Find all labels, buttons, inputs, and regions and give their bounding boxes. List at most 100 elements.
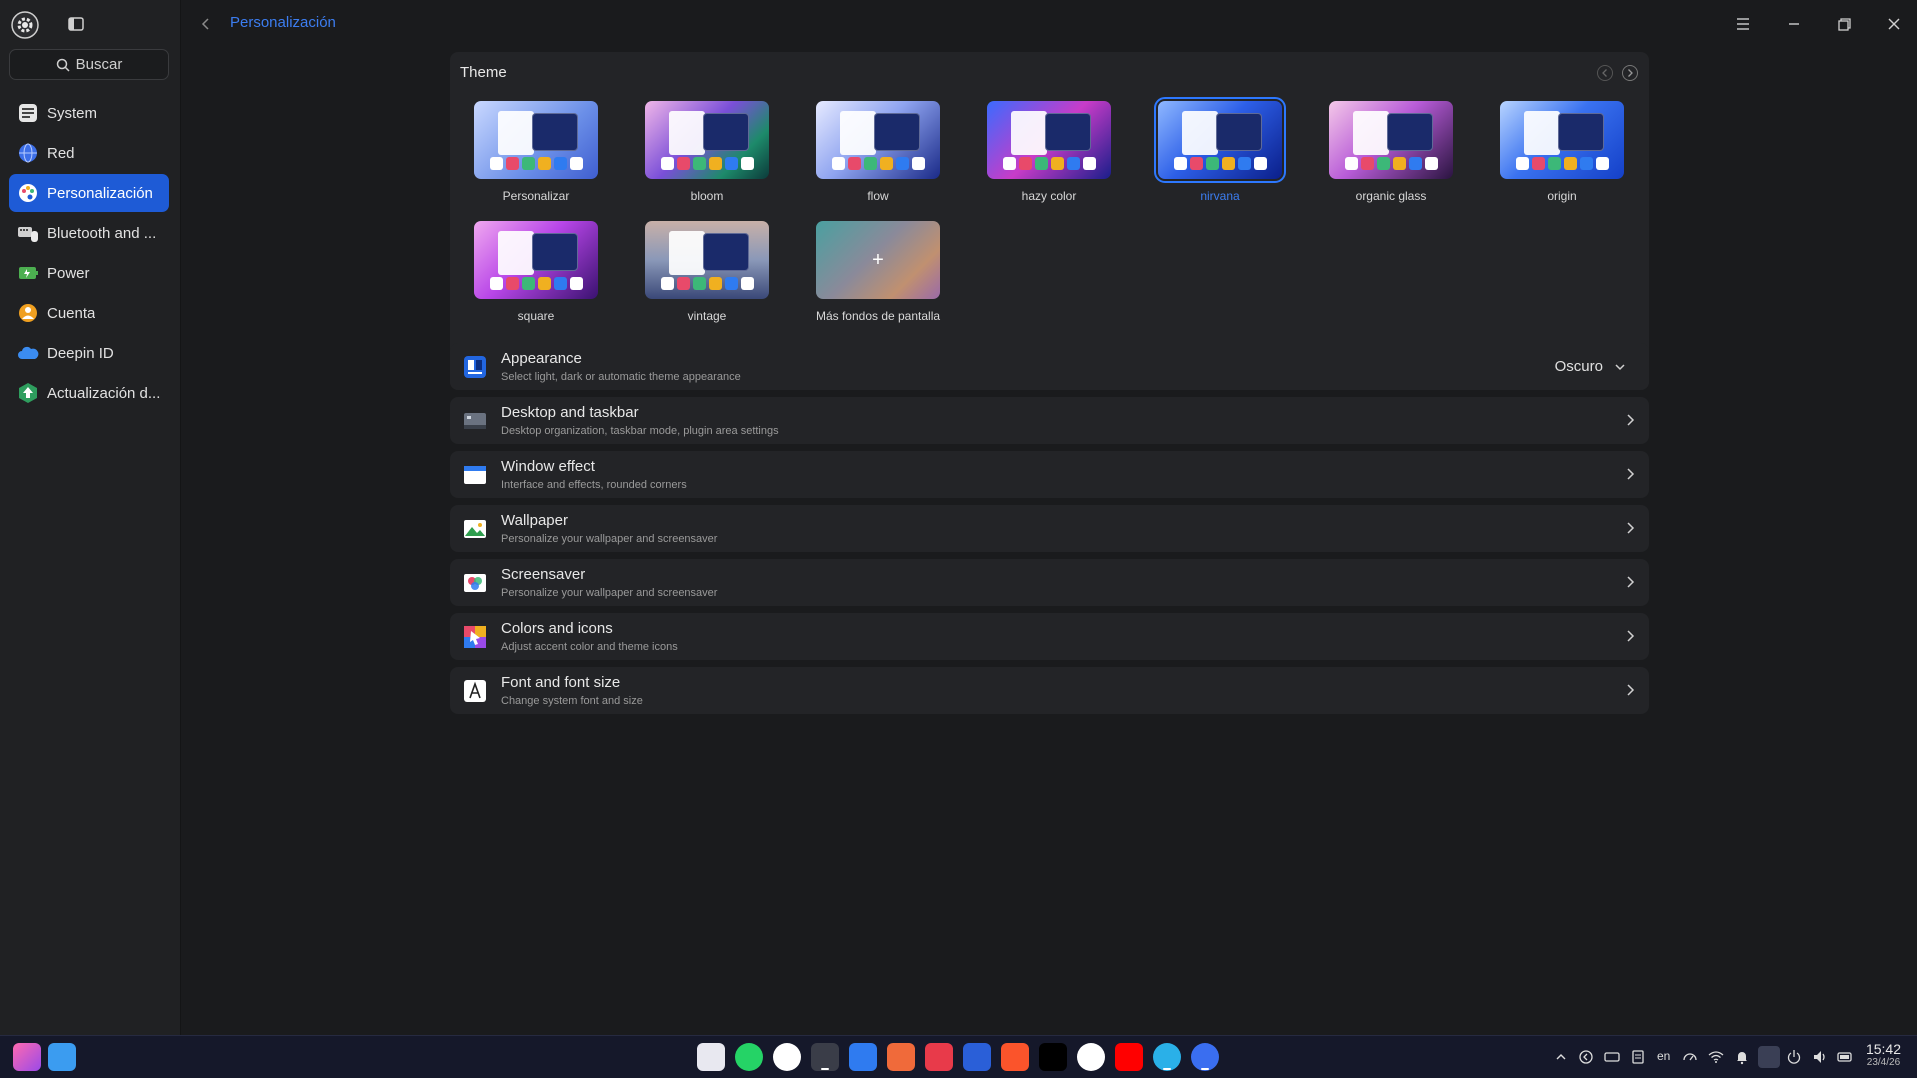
volume-icon[interactable] xyxy=(1812,1049,1828,1065)
browser-icon[interactable] xyxy=(1191,1043,1219,1071)
sidebar-item-personalizacion[interactable]: Personalización xyxy=(9,174,169,212)
theme-card-label: bloom xyxy=(690,189,724,203)
sidebar-item-red[interactable]: Red xyxy=(9,134,169,172)
search-input[interactable]: Buscar xyxy=(9,49,169,80)
theme-card-personalizar[interactable]: Personalizar xyxy=(472,101,600,209)
launcher-icon[interactable] xyxy=(13,1043,41,1071)
row-subtitle: Desktop organization, taskbar mode, plug… xyxy=(501,425,779,437)
theme-card-vintage[interactable]: vintage xyxy=(643,221,771,329)
appearance-icon xyxy=(464,356,486,378)
theme-card-flow[interactable]: flow xyxy=(814,101,942,209)
font-size-row[interactable]: Font and font size Change system font an… xyxy=(450,667,1649,714)
deepin-icon[interactable] xyxy=(1153,1043,1181,1071)
notes-icon[interactable] xyxy=(1630,1049,1646,1065)
sidebar-item-actualizacion[interactable]: Actualización d... xyxy=(9,374,169,412)
app-store-icon[interactable] xyxy=(887,1043,915,1071)
clipboard-icon[interactable] xyxy=(1578,1049,1594,1065)
sidebar-item-label: Personalización xyxy=(47,184,153,202)
theme-card-origin[interactable]: origin xyxy=(1498,101,1626,209)
keyboard-icon[interactable] xyxy=(1604,1049,1620,1065)
preview-dock xyxy=(1508,157,1616,173)
maps-icon[interactable] xyxy=(773,1043,801,1071)
preview-dock-app xyxy=(1253,157,1267,170)
close-button[interactable] xyxy=(1882,12,1906,36)
preview-dock-app xyxy=(1376,157,1390,170)
tray-expand-icon[interactable] xyxy=(1553,1049,1569,1065)
theme-card-label: vintage xyxy=(687,309,727,323)
window-effect-row[interactable]: Window effect Interface and effects, rou… xyxy=(450,451,1649,498)
theme-card-label: origin xyxy=(1547,189,1577,203)
minimize-button[interactable] xyxy=(1782,12,1806,36)
sidebar-item-cuenta[interactable]: Cuenta xyxy=(9,294,169,332)
theme-card-label: Personalizar xyxy=(502,189,570,203)
screensaver-row[interactable]: Screensaver Personalize your wallpaper a… xyxy=(450,559,1649,606)
settings-app-icon[interactable] xyxy=(11,11,39,39)
theme-thumbnail xyxy=(987,101,1111,179)
sidebar-item-deepin-id[interactable]: Deepin ID xyxy=(9,334,169,372)
settings-taskbar-icon[interactable] xyxy=(811,1043,839,1071)
tradingview-icon[interactable] xyxy=(1039,1043,1067,1071)
sidebar-item-system[interactable]: System xyxy=(9,94,169,132)
colors-icons-row[interactable]: Colors and icons Adjust accent color and… xyxy=(450,613,1649,660)
whatsapp-icon[interactable] xyxy=(735,1043,763,1071)
chevron-down-icon[interactable] xyxy=(1613,360,1627,374)
battery-tray-icon[interactable] xyxy=(1837,1049,1853,1065)
preview-dock-app xyxy=(692,157,706,170)
preview-dock-app xyxy=(1360,157,1374,170)
search-app-icon[interactable] xyxy=(48,1043,76,1071)
breadcrumb[interactable]: Personalización xyxy=(230,14,336,31)
preview-dock xyxy=(1166,157,1274,173)
next-page-icon[interactable] xyxy=(1621,64,1639,82)
preview-dock xyxy=(482,157,590,173)
row-subtitle: Change system font and size xyxy=(501,695,643,707)
back-button[interactable] xyxy=(196,14,216,34)
preview-dock xyxy=(653,157,761,173)
preview-dock-app xyxy=(1408,157,1422,170)
prev-page-icon[interactable] xyxy=(1596,64,1614,82)
sidebar-header xyxy=(0,0,181,48)
menu-icon[interactable] xyxy=(1731,12,1755,36)
palette-icon xyxy=(19,184,37,202)
preview-dock-app xyxy=(692,277,706,290)
add-wallpaper-icon: + xyxy=(872,248,884,271)
wifi-icon[interactable] xyxy=(1708,1049,1724,1065)
speed-icon[interactable] xyxy=(1682,1049,1698,1065)
appearance-row[interactable]: Appearance Select light, dark or automat… xyxy=(450,343,1649,390)
sidebar-item-power[interactable]: Power xyxy=(9,254,169,292)
theme-card-m-s-fondos-de-pantalla[interactable]: + Más fondos de pantalla xyxy=(814,221,942,329)
brave-browser-icon[interactable] xyxy=(1001,1043,1029,1071)
appearance-select-value[interactable]: Oscuro xyxy=(1555,358,1603,375)
chat-app-icon[interactable] xyxy=(1077,1043,1105,1071)
sidebar-toggle-icon[interactable] xyxy=(66,14,86,34)
theme-card-hazy-color[interactable]: hazy color xyxy=(985,101,1113,209)
sidebar-item-bluetooth[interactable]: Bluetooth and ... xyxy=(9,214,169,252)
preview-dock-app xyxy=(1205,157,1219,170)
keyboard-layout-indicator[interactable]: en xyxy=(1657,1049,1670,1063)
screenshot-tray-icon[interactable] xyxy=(1758,1046,1780,1068)
bell-icon[interactable] xyxy=(1734,1049,1750,1065)
preview-dock xyxy=(482,277,590,293)
preview-dock-app xyxy=(660,157,674,170)
maximize-button[interactable] xyxy=(1832,12,1856,36)
preview-dock-app xyxy=(1531,157,1545,170)
terminal-icon[interactable] xyxy=(925,1043,953,1071)
clock[interactable]: 15:42 23/4/26 xyxy=(1866,1041,1901,1068)
desktop-taskbar-row[interactable]: Desktop and taskbar Desktop organization… xyxy=(450,397,1649,444)
preview-dock-app xyxy=(879,157,893,170)
theme-card-bloom[interactable]: bloom xyxy=(643,101,771,209)
power-icon[interactable] xyxy=(1786,1049,1802,1065)
file-manager-icon[interactable] xyxy=(849,1043,877,1071)
chevron-right-icon xyxy=(1627,576,1635,588)
system-monitor-icon[interactable] xyxy=(963,1043,991,1071)
theme-card-organic-glass[interactable]: organic glass xyxy=(1327,101,1455,209)
preview-window-light xyxy=(669,231,705,275)
youtube-icon[interactable] xyxy=(1115,1043,1143,1071)
wallpaper-row[interactable]: Wallpaper Personalize your wallpaper and… xyxy=(450,505,1649,552)
preview-dock-app xyxy=(895,157,909,170)
preview-dock-app xyxy=(1034,157,1048,170)
sidebar-item-label: Red xyxy=(47,144,75,162)
theme-card-square[interactable]: square xyxy=(472,221,600,329)
preview-dock xyxy=(824,157,932,173)
app-grid-icon[interactable] xyxy=(697,1043,725,1071)
theme-card-nirvana[interactable]: nirvana xyxy=(1154,97,1286,209)
